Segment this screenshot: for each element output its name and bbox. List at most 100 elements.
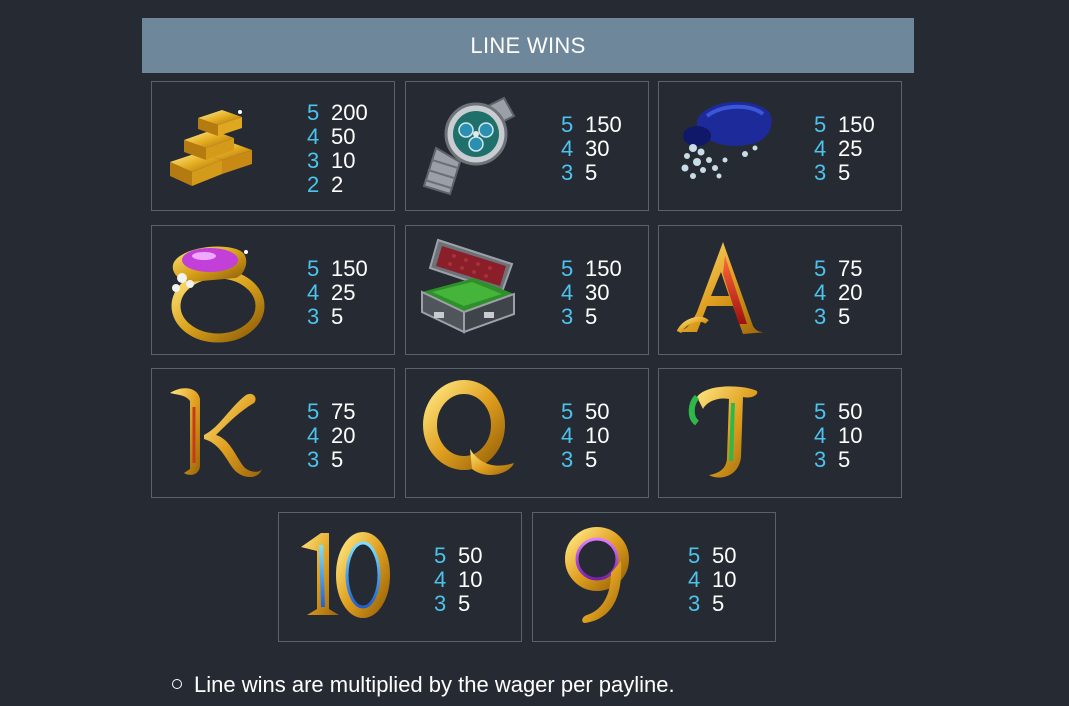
payout-value: 5 — [458, 591, 471, 616]
bullet-icon — [172, 679, 182, 690]
match-count: 4 — [561, 136, 574, 161]
ring-icon — [160, 234, 272, 346]
payout-value: 50 — [838, 399, 863, 424]
match-count: 3 — [814, 304, 827, 329]
match-count: 4 — [307, 124, 320, 149]
match-count: 2 — [307, 172, 320, 197]
paytable-card-diamond-bag: 5 150 4 25 35 — [658, 81, 902, 211]
paytable-card-letter-k: 5 75 4 20 35 — [151, 368, 395, 498]
payout-row: 5 200 — [307, 101, 368, 125]
payout-row: 5 150 — [561, 257, 622, 281]
payout-row: 35 — [307, 448, 355, 472]
payout-row: 35 — [814, 161, 875, 185]
match-count: 4 — [561, 423, 574, 448]
payout-value: 5 — [331, 447, 344, 472]
payout-value: 5 — [331, 304, 344, 329]
match-count: 3 — [561, 447, 574, 472]
match-count: 3 — [561, 160, 574, 185]
payout-row: 5 150 — [307, 257, 368, 281]
payout-value: 5 — [585, 304, 598, 329]
payout-value: 150 — [585, 112, 622, 137]
payout-value: 50 — [458, 543, 483, 568]
payout-row: 4 50 — [307, 125, 368, 149]
payout-value: 20 — [838, 280, 863, 305]
payout-row: 35 — [561, 448, 609, 472]
payout-value: 10 — [712, 567, 737, 592]
rules-note: Line wins are multiplied by the wager pe… — [172, 672, 675, 698]
payout-row: 35 — [688, 592, 736, 616]
payout-list: 5 150 4 30 35 — [561, 113, 622, 185]
payout-value: 10 — [838, 423, 863, 448]
match-count: 4 — [307, 280, 320, 305]
payout-list: 5 50 4 10 35 — [561, 400, 609, 472]
payout-row: 5 150 — [814, 113, 875, 137]
payout-value: 50 — [331, 124, 356, 149]
payout-row: 22 — [307, 173, 368, 197]
payout-list: 5 75 4 20 35 — [307, 400, 355, 472]
payout-row: 5 50 — [688, 544, 736, 568]
payout-value: 150 — [585, 256, 622, 281]
payout-list: 5 50 4 10 35 — [688, 544, 736, 616]
match-count: 4 — [814, 423, 827, 448]
paytable-card-letter-j: 5 50 4 10 35 — [658, 368, 902, 498]
payout-row: 5 75 — [307, 400, 355, 424]
payout-row: 3 10 — [307, 149, 368, 173]
payout-value: 10 — [331, 148, 356, 173]
payout-row: 4 20 — [814, 281, 862, 305]
gold-bars-icon — [160, 90, 272, 202]
paytable-card-ring: 5 150 4 25 35 — [151, 225, 395, 355]
payout-row: 4 25 — [307, 281, 368, 305]
payout-value: 5 — [585, 160, 598, 185]
payout-list: 5 50 4 10 35 — [814, 400, 862, 472]
match-count: 3 — [307, 304, 320, 329]
payout-list: 5 150 4 25 35 — [814, 113, 875, 185]
payout-value: 75 — [838, 256, 863, 281]
match-count: 3 — [307, 447, 320, 472]
payout-row: 4 10 — [814, 424, 862, 448]
match-count: 3 — [688, 591, 701, 616]
diamond-bag-icon — [667, 90, 779, 202]
payout-row: 4 10 — [434, 568, 482, 592]
note-text: Line wins are multiplied by the wager pe… — [194, 672, 675, 697]
section-title: LINE WINS — [470, 32, 586, 58]
number-10-icon — [287, 521, 399, 633]
payout-row: 4 10 — [561, 424, 609, 448]
payout-row: 5 150 — [561, 113, 622, 137]
payout-list: 5 50 4 10 35 — [434, 544, 482, 616]
letter-j-icon — [667, 377, 779, 489]
payout-list: 5 75 4 20 35 — [814, 257, 862, 329]
watch-icon — [414, 90, 526, 202]
payout-row: 35 — [814, 448, 862, 472]
match-count: 5 — [814, 112, 827, 137]
payout-value: 20 — [331, 423, 356, 448]
paytable-card-watch: 5 150 4 30 35 — [405, 81, 649, 211]
paytable-card-gold-bars: 5 200 4 50 3 10 22 — [151, 81, 395, 211]
letter-k-icon — [160, 377, 272, 489]
number-9-icon — [541, 521, 653, 633]
payout-value: 5 — [838, 304, 851, 329]
payout-row: 35 — [814, 305, 862, 329]
payout-value: 30 — [585, 280, 610, 305]
match-count: 5 — [688, 543, 701, 568]
paytable-card-number-10: 5 50 4 10 35 — [278, 512, 522, 642]
payout-row: 35 — [434, 592, 482, 616]
payout-value: 5 — [838, 447, 851, 472]
payout-value: 150 — [838, 112, 875, 137]
paytable-card-number-9: 5 50 4 10 35 — [532, 512, 776, 642]
letter-q-icon — [414, 377, 526, 489]
match-count: 5 — [561, 112, 574, 137]
line-wins-header: LINE WINS — [142, 18, 914, 73]
payout-row: 5 50 — [814, 400, 862, 424]
paytable-card-letter-a: 5 75 4 20 35 — [658, 225, 902, 355]
payout-value: 5 — [585, 447, 598, 472]
match-count: 5 — [561, 256, 574, 281]
payout-row: 4 20 — [307, 424, 355, 448]
payout-row: 5 75 — [814, 257, 862, 281]
payout-value: 50 — [712, 543, 737, 568]
match-count: 3 — [561, 304, 574, 329]
payout-list: 5 200 4 50 3 10 22 — [307, 101, 368, 197]
payout-value: 75 — [331, 399, 356, 424]
match-count: 4 — [814, 136, 827, 161]
match-count: 4 — [561, 280, 574, 305]
payout-row: 35 — [561, 161, 622, 185]
